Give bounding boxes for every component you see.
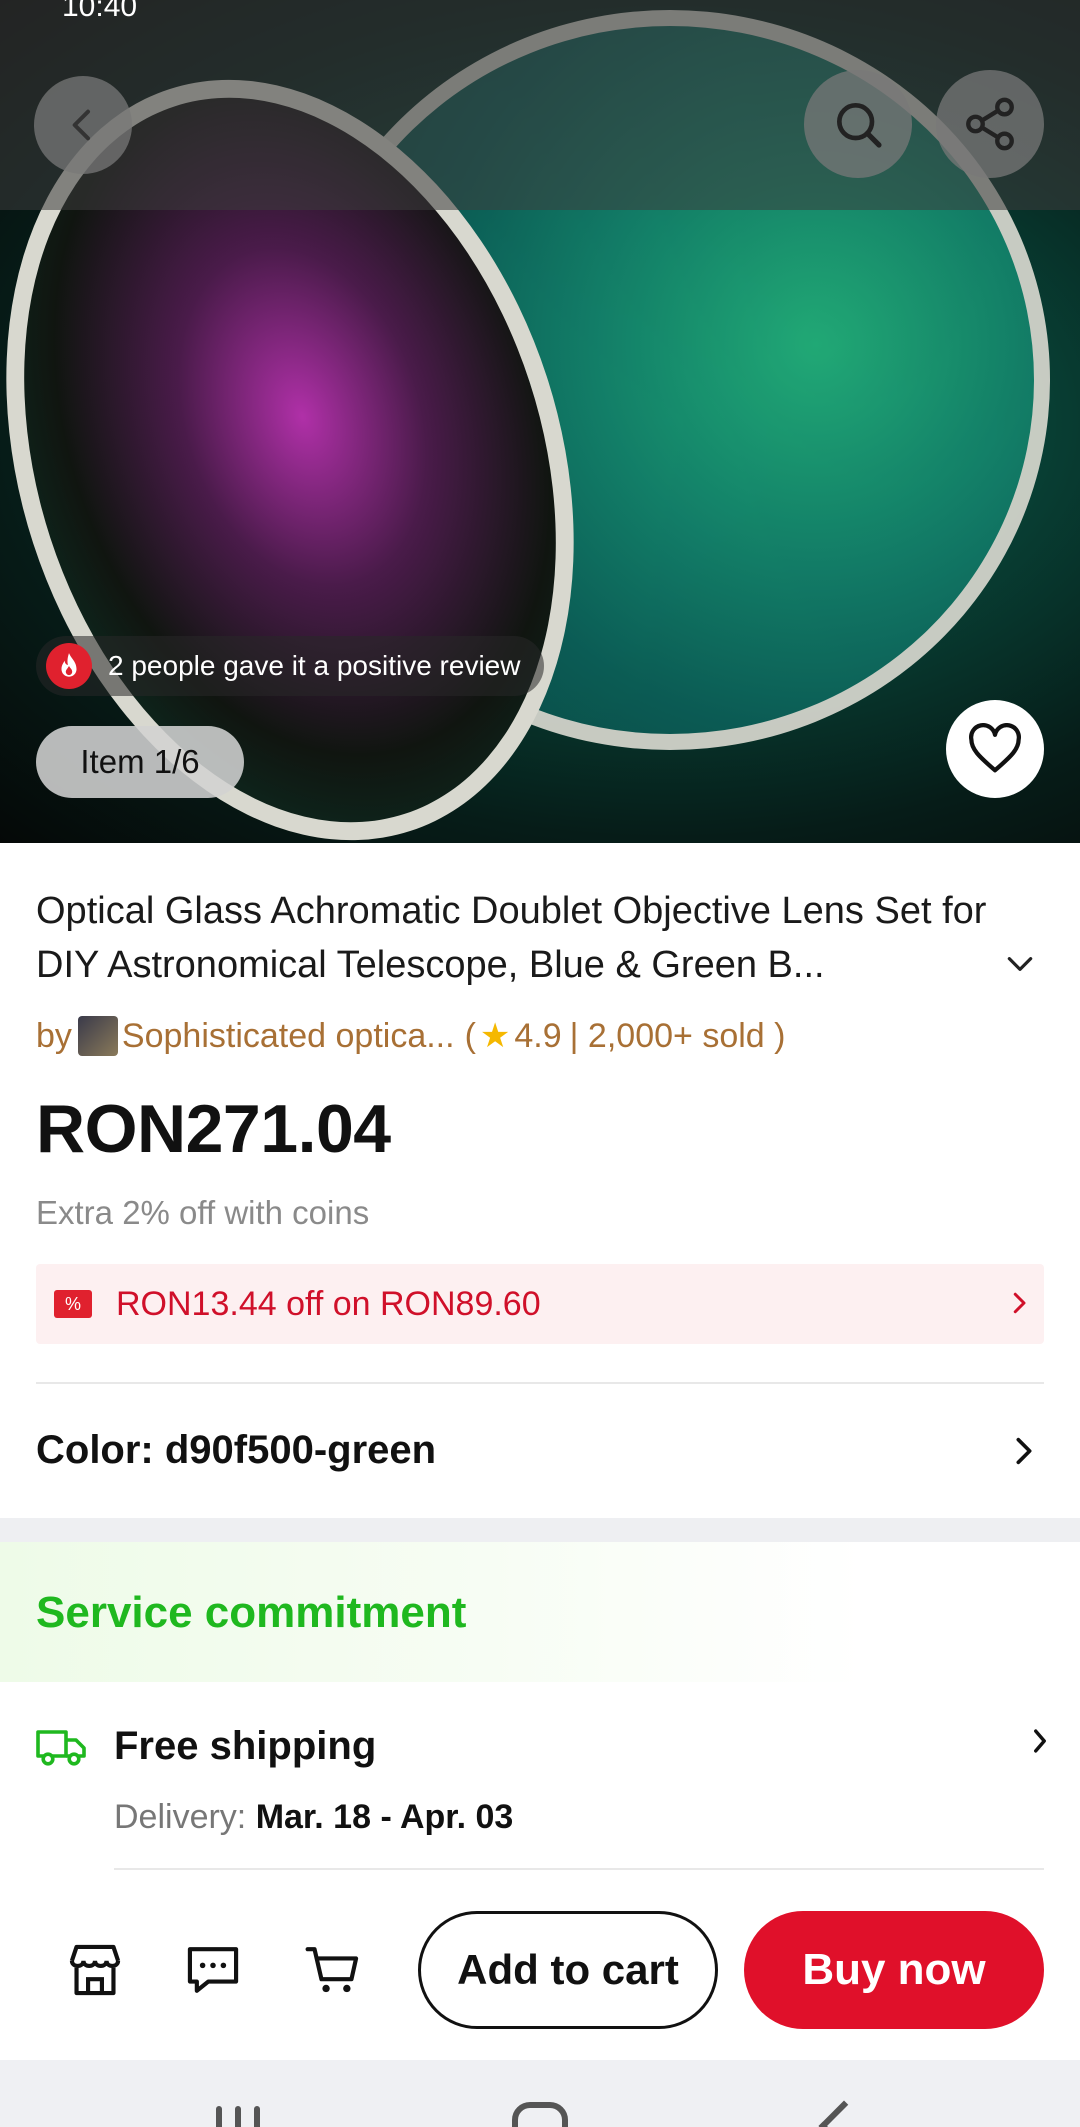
coupon-tag-icon: % [54,1290,92,1318]
color-label: Color: d90f500-green [36,1427,437,1472]
status-bar: 10:40 [0,0,1080,24]
free-shipping-title: Free shipping [114,1724,377,1768]
coupon-text: RON13.44 off on RON89.60 [116,1284,541,1323]
chat-icon [187,1947,239,1993]
expand-title-button[interactable] [1004,952,1036,981]
chevron-down-icon [1007,957,1033,971]
store-icon [69,1944,121,1996]
cart-button[interactable] [302,1940,364,2005]
seller-name[interactable]: Sophisticated optica... [122,1017,455,1056]
fire-icon [46,643,92,689]
truck-icon [36,1730,86,1766]
recents-button[interactable] [216,2106,260,2127]
seller-prefix: by [36,1016,72,1055]
positive-review-badge: 2 people gave it a positive review [36,636,545,696]
section-gap [0,1518,1080,1542]
coupon-banner[interactable]: % RON13.44 off on RON89.60 [36,1264,1044,1344]
star-icon: ★ [479,1017,511,1055]
product-title: Optical Glass Achromatic Doublet Objecti… [36,890,987,986]
product-price: RON271.04 [36,1091,391,1167]
buy-now-button[interactable]: Buy now [744,1911,1044,2029]
delivery-label: Delivery: [114,1798,247,1836]
chevron-left-icon [72,109,90,141]
status-time: 10:40 [62,0,138,23]
heart-icon [969,723,1021,773]
divider [36,1382,1044,1384]
service-commitment-title: Service commitment [36,1588,467,1637]
add-to-cart-button[interactable]: Add to cart [418,1911,718,2029]
wishlist-button[interactable] [946,700,1044,798]
store-button[interactable] [64,1940,126,2005]
product-detail-page: 10:40 2 people gave it a positive review… [0,0,1080,2127]
color-selector[interactable]: Color: d90f500-green [36,1420,1044,1480]
product-image-gallery[interactable]: 10:40 2 people gave it a positive review… [0,0,1080,843]
shipping-details-button[interactable] [1030,1724,1050,1763]
rating-open: ( [464,1016,476,1055]
cart-icon [305,1947,359,1993]
store-avatar [77,1016,118,1056]
home-button[interactable] [512,2102,568,2127]
image-counter: Item 1/6 [36,726,244,798]
chevron-right-icon [1034,1729,1046,1753]
back-button[interactable] [34,76,132,174]
share-button[interactable] [936,70,1044,178]
rating-value: 4.9 [514,1016,562,1055]
share-icon [966,97,1014,151]
coins-discount-note: Extra 2% off with coins [36,1194,370,1231]
delivery-estimate: Delivery: Mar. 18 - Apr. 03 [114,1798,513,1837]
message-button[interactable] [182,1940,244,2005]
delivery-dates: Mar. 18 - Apr. 03 [255,1798,514,1836]
top-overlay [0,0,1080,210]
chevron-right-icon [1013,1292,1026,1314]
search-icon [837,103,882,148]
seller-info[interactable]: by Sophisticated optica... ( ★ 4.9 | 2,0… [36,1016,785,1056]
review-badge-text: 2 people gave it a positive review [108,650,521,681]
chevron-right-icon [1016,1437,1032,1465]
search-button[interactable] [804,70,912,178]
sold-count: | 2,000+ sold ) [569,1016,786,1055]
divider [114,1868,1044,1870]
